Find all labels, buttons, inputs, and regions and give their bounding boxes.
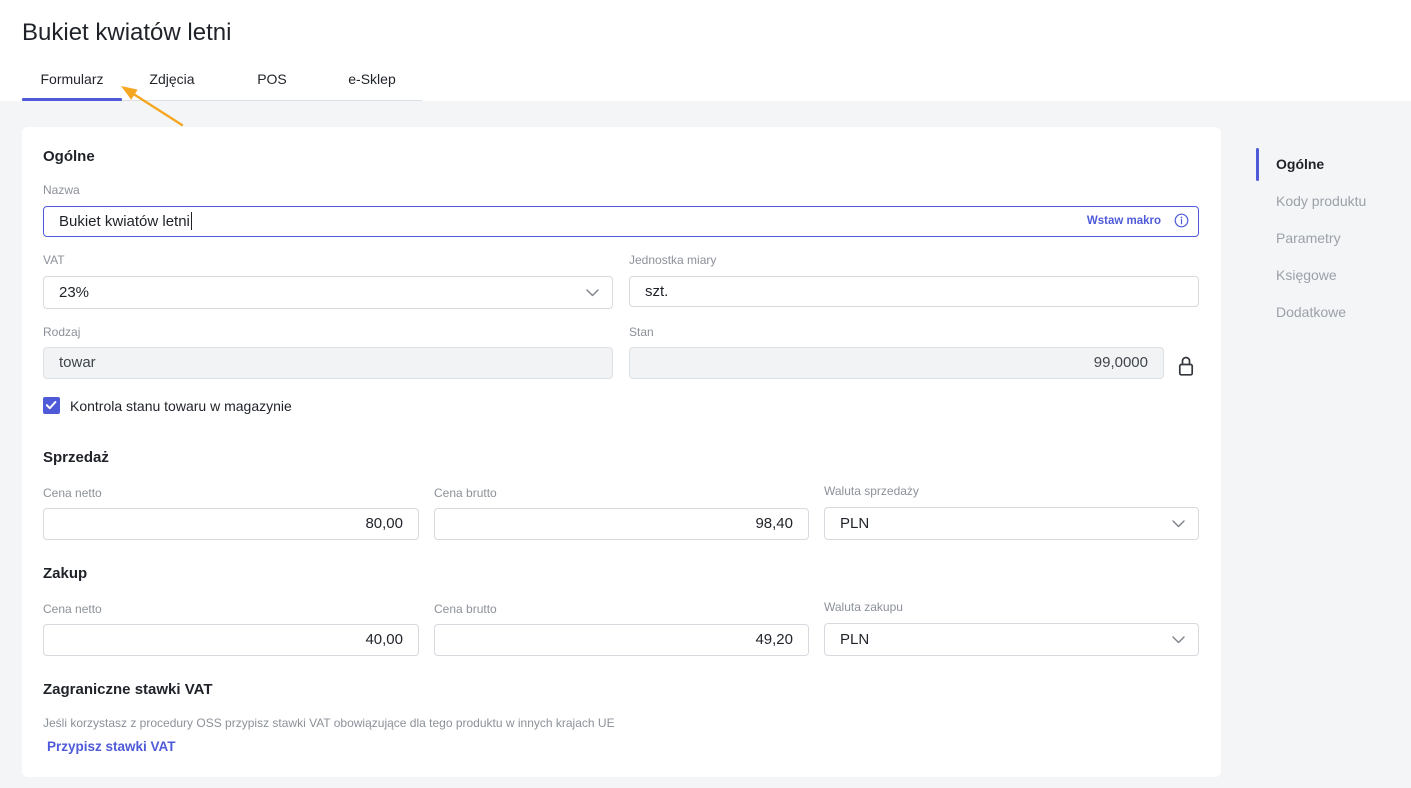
sales-gross-price-label: Cena brutto — [434, 486, 497, 500]
name-label: Nazwa — [43, 183, 80, 197]
vat-select[interactable]: 23% — [43, 276, 613, 309]
stock-input-value: 99,0000 — [1093, 354, 1148, 371]
sales-currency-value: PLN — [840, 515, 870, 532]
kind-input-value: towar — [59, 354, 96, 371]
section-nav: Ogólne Kody produktu Parametry Księgowe … — [1256, 146, 1396, 331]
chevron-down-icon — [1171, 519, 1185, 527]
section-title-general: Ogólne — [43, 148, 95, 165]
purchase-gross-price-value: 49,20 — [755, 631, 793, 648]
tab-e-sklep[interactable]: e-Sklep — [322, 63, 422, 100]
purchase-net-price-input[interactable]: 40,00 — [43, 624, 419, 656]
section-nav-item-product-codes[interactable]: Kody produktu — [1256, 183, 1396, 220]
unit-input-value: szt. — [645, 283, 669, 300]
section-nav-item-general[interactable]: Ogólne — [1256, 146, 1396, 183]
vat-label: VAT — [43, 253, 65, 267]
sales-currency-select[interactable]: PLN — [824, 507, 1199, 540]
section-nav-item-additional[interactable]: Dodatkowe — [1256, 294, 1396, 331]
tab-zdjecia[interactable]: Zdjęcia — [122, 63, 222, 100]
insert-macro-link[interactable]: Wstaw makro — [1087, 207, 1161, 236]
lock-icon[interactable] — [1178, 355, 1194, 376]
foreign-vat-description: Jeśli korzystasz z procedury OSS przypis… — [43, 716, 615, 730]
sales-gross-price-value: 98,40 — [755, 515, 793, 532]
purchase-net-price-value: 40,00 — [365, 631, 403, 648]
text-caret — [190, 212, 192, 230]
section-nav-item-parameters[interactable]: Parametry — [1256, 220, 1396, 257]
purchase-gross-price-label: Cena brutto — [434, 602, 497, 616]
stock-input: 99,0000 — [629, 347, 1164, 379]
purchase-currency-label: Waluta zakupu — [824, 600, 903, 614]
sales-gross-price-input[interactable]: 98,40 — [434, 508, 809, 540]
sales-net-price-value: 80,00 — [365, 515, 403, 532]
vat-select-value: 23% — [59, 284, 90, 301]
stock-control-label[interactable]: Kontrola stanu towaru w magazynie — [70, 397, 292, 415]
page-title: Bukiet kwiatów letni — [22, 19, 232, 46]
name-input[interactable]: Bukiet kwiatów letni Wstaw makro — [43, 206, 1199, 237]
chevron-down-icon — [585, 288, 599, 296]
kind-input: towar — [43, 347, 613, 379]
name-input-value: Bukiet kwiatów letni — [59, 213, 190, 230]
section-nav-item-accounting[interactable]: Księgowe — [1256, 257, 1396, 294]
section-title-sales: Sprzedaż — [43, 449, 109, 466]
stock-control-checkbox[interactable] — [43, 397, 60, 414]
tab-pos[interactable]: POS — [222, 63, 322, 100]
section-title-purchase: Zakup — [43, 565, 88, 582]
check-icon — [45, 401, 57, 410]
purchase-currency-select[interactable]: PLN — [824, 623, 1199, 656]
purchase-currency-value: PLN — [840, 631, 870, 648]
purchase-net-price-label: Cena netto — [43, 602, 102, 616]
purchase-gross-price-input[interactable]: 49,20 — [434, 624, 809, 656]
sales-currency-label: Waluta sprzedaży — [824, 484, 919, 498]
section-title-foreign-vat: Zagraniczne stawki VAT — [43, 681, 213, 698]
tab-formularz[interactable]: Formularz — [22, 63, 122, 101]
stock-label: Stan — [629, 325, 654, 339]
unit-input[interactable]: szt. — [629, 276, 1199, 307]
unit-label: Jednostka miary — [629, 253, 717, 267]
page-header: Bukiet kwiatów letni Formularz Zdjęcia P… — [0, 0, 1411, 101]
assign-vat-rates-link[interactable]: Przypisz stawki VAT — [47, 738, 176, 756]
sales-net-price-label: Cena netto — [43, 486, 102, 500]
chevron-down-icon — [1171, 635, 1185, 643]
info-icon[interactable] — [1174, 213, 1189, 228]
tab-bar: Formularz Zdjęcia POS e-Sklep — [22, 63, 422, 101]
kind-label: Rodzaj — [43, 325, 81, 339]
product-form-card: Ogólne Nazwa Bukiet kwiatów letni Wstaw … — [22, 127, 1221, 777]
sales-net-price-input[interactable]: 80,00 — [43, 508, 419, 540]
